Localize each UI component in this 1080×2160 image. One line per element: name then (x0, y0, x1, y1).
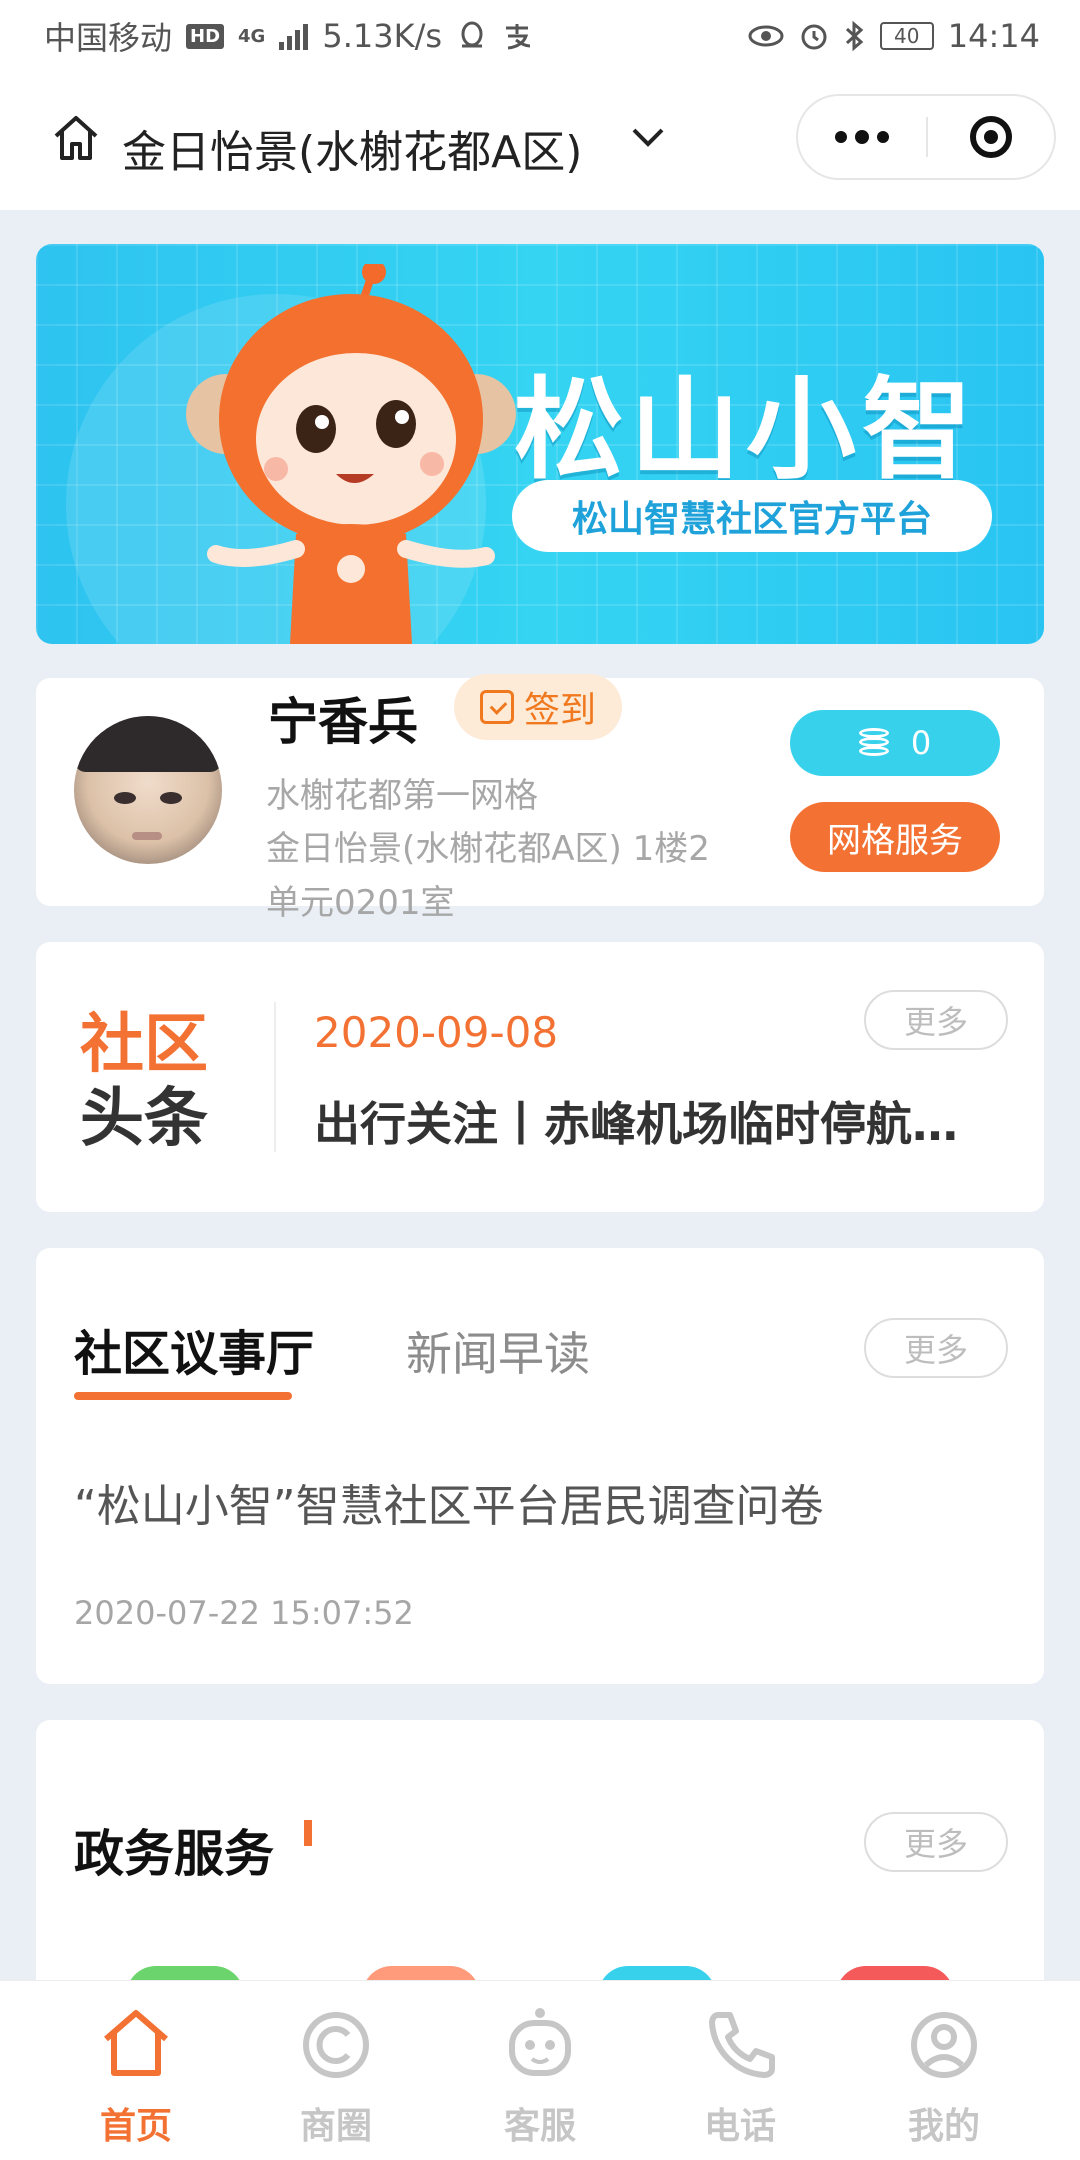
banner[interactable]: 松山小智 松山智慧社区官方平台 (36, 244, 1044, 644)
points-value: 0 (910, 724, 932, 762)
gov-services-title: 政务服务 (74, 1825, 274, 1883)
eye-icon (748, 25, 784, 47)
headline-divider (274, 1002, 276, 1152)
alipay-icon (506, 24, 531, 50)
network-type: 4G (238, 25, 266, 47)
headline-title[interactable]: 出行关注丨赤峰机场临时停航… (314, 1088, 1014, 1154)
user-name: 宁香兵 (268, 693, 418, 751)
council-more-button[interactable]: 更多 (864, 1318, 1008, 1378)
robot-icon (509, 2008, 571, 2076)
tab-shop[interactable]: 商圈 (236, 1981, 436, 2160)
profile-card: 宁香兵 签到 水榭花都第一网格 金日怡景(水榭花都A区) 1楼2单元0201室 … (36, 674, 1044, 923)
tab-phone[interactable]: 电话 (640, 1981, 840, 2160)
banner-subtitle: 松山智慧社区官方平台 (512, 480, 992, 552)
more-options-button[interactable] (798, 96, 926, 178)
grid-name: 水榭花都第一网格 (266, 776, 538, 816)
tab-phone-label: 电话 (703, 2106, 776, 2147)
tab-mine[interactable]: 我的 (844, 1981, 1044, 2160)
tab-home-label: 首页 (99, 2106, 172, 2147)
title-accent-mark (304, 1820, 312, 1846)
points-button[interactable]: 0 (790, 710, 1000, 776)
mascot-illustration (186, 264, 516, 644)
community-selector[interactable]: 金日怡景(水榭花都A区) (122, 116, 582, 180)
battery-level: 40 (894, 24, 920, 48)
bottom-tab-bar: 首页 商圈 客服 电话 我的 (0, 1980, 1080, 2160)
phone-icon (709, 2012, 775, 2078)
tab-service-label: 客服 (503, 2106, 576, 2147)
coins-icon (858, 728, 889, 758)
headline-date: 2020-09-08 (314, 1008, 559, 1057)
signal-icon (279, 22, 309, 50)
status-bar: 中国移动 HD 4G 5.13K/s 40 14:14 (0, 0, 1080, 72)
headline-logo-line1: 社区 (80, 1008, 208, 1082)
tab-service[interactable]: 客服 (440, 1981, 640, 2160)
headline-logo-line2: 头条 (80, 1082, 208, 1156)
bluetooth-icon (845, 20, 864, 52)
carrier-name: 中国移动 (44, 19, 173, 57)
home-icon (104, 2010, 168, 2076)
council-item-title[interactable]: “松山小智”智慧社区平台居民调查问卷 (74, 1470, 824, 1534)
tab-home[interactable]: 首页 (36, 1981, 236, 2160)
checkin-label: 签到 (523, 690, 596, 731)
tab-council[interactable]: 社区议事厅 (74, 1314, 314, 1384)
tab-active-indicator (74, 1392, 292, 1400)
user-address: 金日怡景(水榭花都A区) 1楼2单元0201室 (266, 829, 710, 923)
tab-mine-label: 我的 (907, 2106, 980, 2147)
council-item-time: 2020-07-22 15:07:52 (74, 1594, 414, 1632)
battery-icon: 40 (879, 22, 934, 50)
alarm-icon (801, 24, 827, 50)
council-card: 社区议事厅 新闻早读 更多 “松山小智”智慧社区平台居民调查问卷 2020-07… (36, 1248, 1044, 1684)
community-headline-card[interactable]: 社区 头条 2020-09-08 出行关注丨赤峰机场临时停航… 更多 (36, 942, 1044, 1212)
clock: 14:14 (947, 17, 1040, 55)
miniprogram-capsule (796, 94, 1056, 180)
nav-header: 金日怡景(水榭花都A区) (0, 72, 1080, 210)
user-icon (911, 2012, 977, 2078)
headline-logo: 社区 头条 (80, 1008, 230, 1156)
grid-service-button[interactable]: 网格服务 (790, 802, 1000, 872)
gov-more-button[interactable]: 更多 (864, 1812, 1008, 1872)
qq-icon (461, 21, 483, 48)
shop-circle-icon (303, 2012, 369, 2078)
hd-badge: HD (186, 23, 225, 49)
avatar[interactable] (74, 716, 222, 864)
network-speed: 5.13K/s (322, 17, 443, 55)
headline-more-button[interactable]: 更多 (864, 990, 1008, 1050)
tab-shop-label: 商圈 (299, 2106, 372, 2147)
home-icon[interactable] (50, 112, 102, 164)
chevron-down-icon[interactable] (630, 124, 666, 152)
tab-news[interactable]: 新闻早读 (406, 1318, 590, 1384)
checkin-button[interactable]: 签到 (454, 674, 622, 740)
banner-title: 松山小智 (514, 366, 978, 494)
close-miniprogram-button[interactable] (928, 116, 1054, 158)
calendar-check-icon (479, 690, 514, 724)
